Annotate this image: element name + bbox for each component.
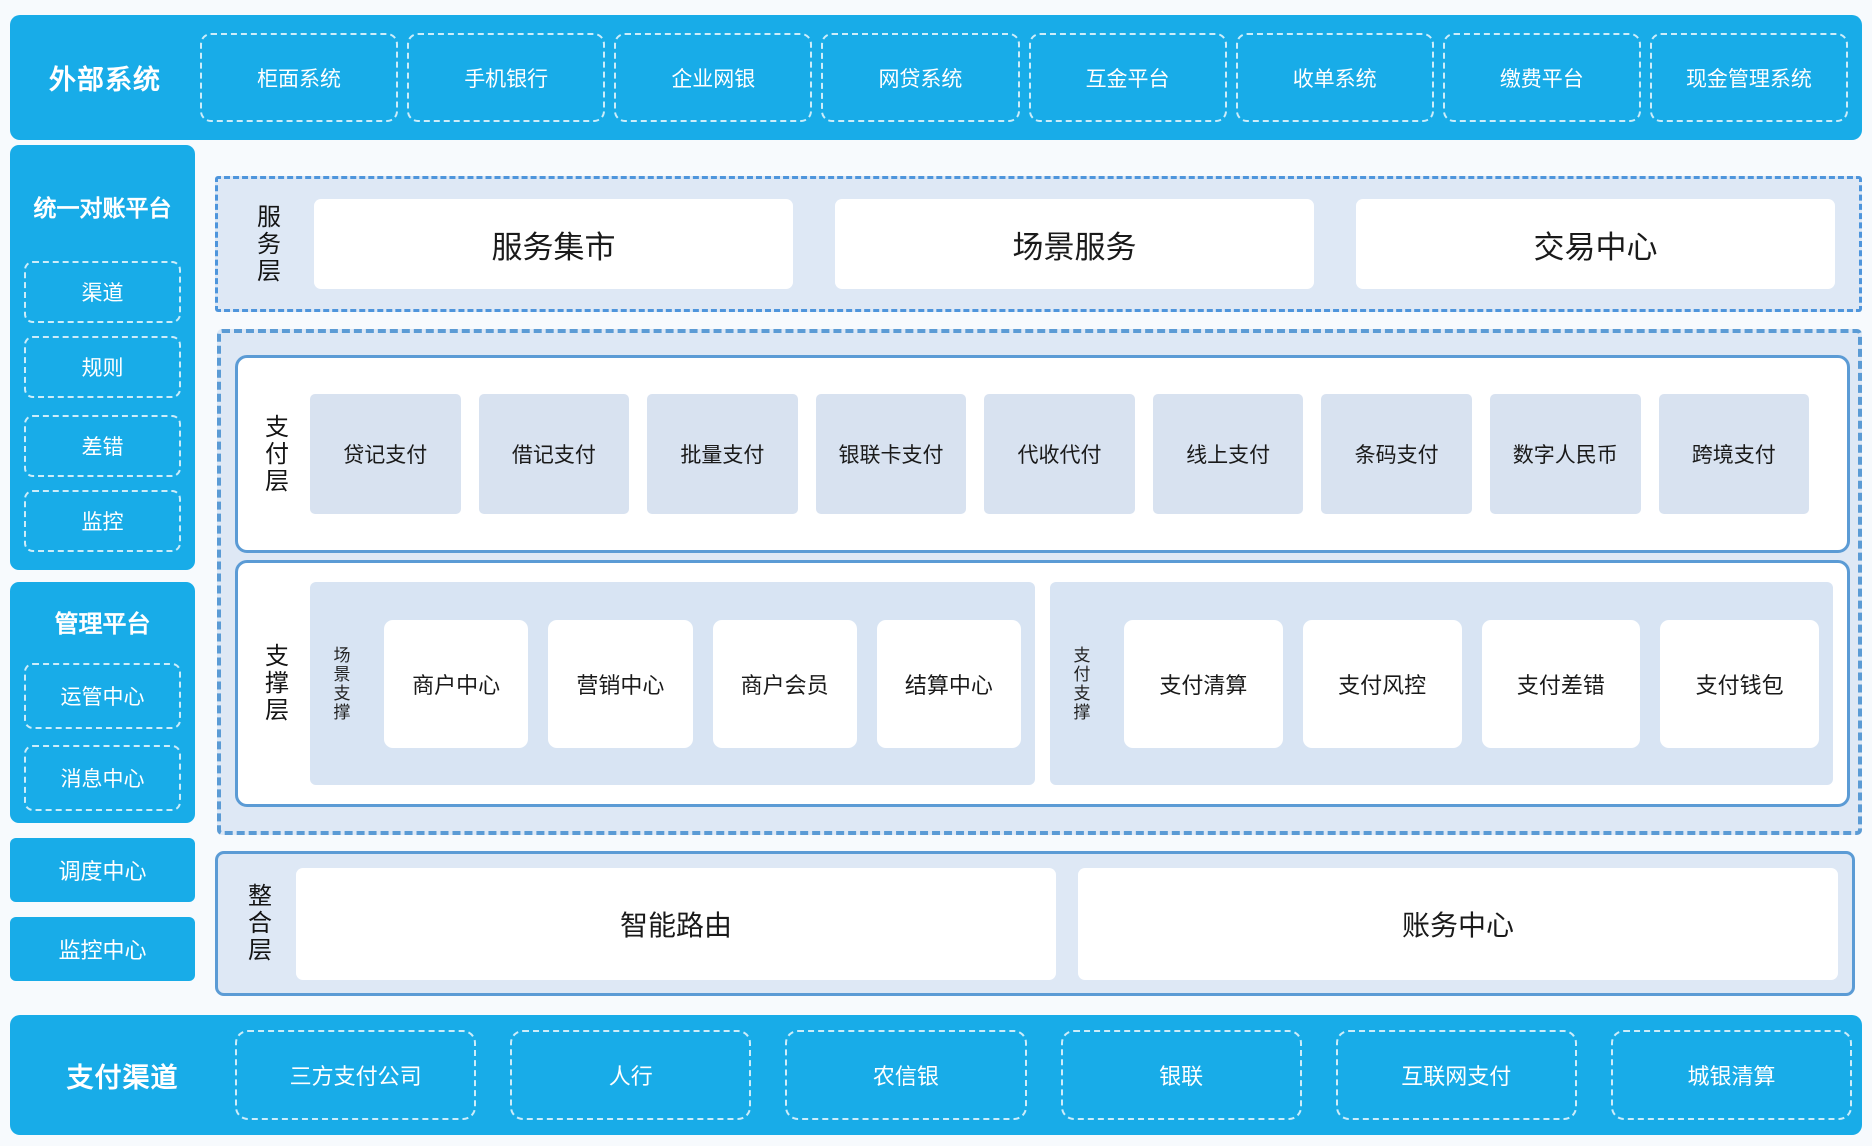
node-rules: 规则 <box>24 336 181 398</box>
node-cross-border-payment: 跨境支付 <box>1659 394 1810 514</box>
external-systems-bar: 外部系统 柜面系统 手机银行 企业网银 网贷系统 互金平台 收单系统 缴费平台 … <box>10 15 1862 140</box>
node-merchant-center: 商户中心 <box>384 620 528 748</box>
node-internet-finance-platform: 互金平台 <box>1029 33 1227 122</box>
management-platform-card: 管理平台 运管中心 消息中心 <box>10 582 195 823</box>
payment-layer-container: 支付层 贷记支付 借记支付 批量支付 银联卡支付 代收代付 线上支付 条码支付 … <box>235 355 1850 553</box>
node-payment-clearing: 支付清算 <box>1124 620 1283 748</box>
payment-layer-label: 支付层 <box>238 358 310 550</box>
node-payment-risk-control: 支付风控 <box>1303 620 1462 748</box>
support-layer-label: 支撑层 <box>238 563 310 804</box>
node-online-payment: 线上支付 <box>1153 394 1304 514</box>
node-cash-management-system: 现金管理系统 <box>1650 33 1848 122</box>
reconciliation-platform-card: 统一对账平台 渠道 规则 差错 监控 <box>10 145 195 570</box>
core-layers-container: 支付层 贷记支付 借记支付 批量支付 银联卡支付 代收代付 线上支付 条码支付 … <box>217 329 1862 835</box>
node-unionpay-card-payment: 银联卡支付 <box>816 394 967 514</box>
payment-channels-title: 支付渠道 <box>10 1056 235 1095</box>
node-payment-discrepancy: 支付差错 <box>1482 620 1641 748</box>
node-rural-credit-bank: 农信银 <box>785 1030 1026 1120</box>
support-layer-container: 支撑层 场景支撑 商户中心 营销中心 商户会员 结算中心 支付支撑 支付清算 支… <box>235 560 1850 807</box>
node-counter-system: 柜面系统 <box>200 33 398 122</box>
node-city-bank-clearing: 城银清算 <box>1611 1030 1852 1120</box>
payment-support-label: 支付支撑 <box>1056 582 1104 785</box>
node-service-market: 服务集市 <box>314 199 793 289</box>
payment-channels-bar: 支付渠道 三方支付公司 人行 农信银 银联 互联网支付 城银清算 <box>10 1015 1862 1135</box>
node-monitoring-center: 监控中心 <box>10 917 195 981</box>
node-digital-rmb: 数字人民币 <box>1490 394 1641 514</box>
node-monitoring: 监控 <box>24 490 181 552</box>
management-platform-title: 管理平台 <box>24 604 181 639</box>
integration-layer-container: 整合层 智能路由 账务中心 <box>215 851 1855 996</box>
integration-layer-label: 整合层 <box>218 854 296 993</box>
node-fee-payment-platform: 缴费平台 <box>1443 33 1641 122</box>
node-acquiring-system: 收单系统 <box>1236 33 1434 122</box>
scene-support-group: 场景支撑 商户中心 营销中心 商户会员 结算中心 <box>310 582 1035 785</box>
node-internet-payment: 互联网支付 <box>1336 1030 1577 1120</box>
node-unionpay: 银联 <box>1061 1030 1302 1120</box>
node-marketing-center: 营销中心 <box>548 620 692 748</box>
scene-support-label: 场景支撑 <box>316 582 364 785</box>
node-settlement-center: 结算中心 <box>877 620 1021 748</box>
node-mobile-banking: 手机银行 <box>407 33 605 122</box>
node-intelligent-routing: 智能路由 <box>296 868 1056 980</box>
node-scenario-service: 场景服务 <box>835 199 1314 289</box>
node-pboc: 人行 <box>510 1030 751 1120</box>
payment-channels-items: 三方支付公司 人行 农信银 银联 互联网支付 城银清算 <box>235 1030 1852 1120</box>
node-corporate-ebank: 企业网银 <box>614 33 812 122</box>
node-payment-wallet: 支付钱包 <box>1660 620 1819 748</box>
payment-layer-items: 贷记支付 借记支付 批量支付 银联卡支付 代收代付 线上支付 条码支付 数字人民… <box>310 394 1809 514</box>
node-operation-center: 运管中心 <box>24 663 181 729</box>
payment-support-group: 支付支撑 支付清算 支付风控 支付差错 支付钱包 <box>1050 582 1833 785</box>
reconciliation-platform-title: 统一对账平台 <box>24 189 181 223</box>
node-barcode-payment: 条码支付 <box>1321 394 1472 514</box>
node-merchant-member: 商户会员 <box>713 620 857 748</box>
service-layer-label: 服务层 <box>218 179 314 309</box>
service-layer-items: 服务集市 场景服务 交易中心 <box>314 199 1835 289</box>
node-discrepancy: 差错 <box>24 415 181 477</box>
external-systems-title: 外部系统 <box>10 58 200 97</box>
payment-architecture-diagram: 外部系统 柜面系统 手机银行 企业网银 网贷系统 互金平台 收单系统 缴费平台 … <box>0 0 1872 1146</box>
external-systems-items: 柜面系统 手机银行 企业网银 网贷系统 互金平台 收单系统 缴费平台 现金管理系… <box>200 33 1848 122</box>
service-layer-container: 服务层 服务集市 场景服务 交易中心 <box>215 176 1862 312</box>
node-accounting-center: 账务中心 <box>1078 868 1838 980</box>
node-message-center: 消息中心 <box>24 745 181 811</box>
node-debit-payment: 借记支付 <box>479 394 630 514</box>
integration-layer-items: 智能路由 账务中心 <box>296 868 1838 980</box>
node-batch-payment: 批量支付 <box>647 394 798 514</box>
node-dispatch-center: 调度中心 <box>10 838 195 902</box>
node-channel: 渠道 <box>24 261 181 323</box>
support-layer-groups: 场景支撑 商户中心 营销中心 商户会员 结算中心 支付支撑 支付清算 支付风控 … <box>310 582 1833 785</box>
node-credit-payment: 贷记支付 <box>310 394 461 514</box>
node-third-party-payment-company: 三方支付公司 <box>235 1030 476 1120</box>
node-transaction-center: 交易中心 <box>1356 199 1835 289</box>
node-collection-agency-payment: 代收代付 <box>984 394 1135 514</box>
node-online-loan-system: 网贷系统 <box>821 33 1019 122</box>
